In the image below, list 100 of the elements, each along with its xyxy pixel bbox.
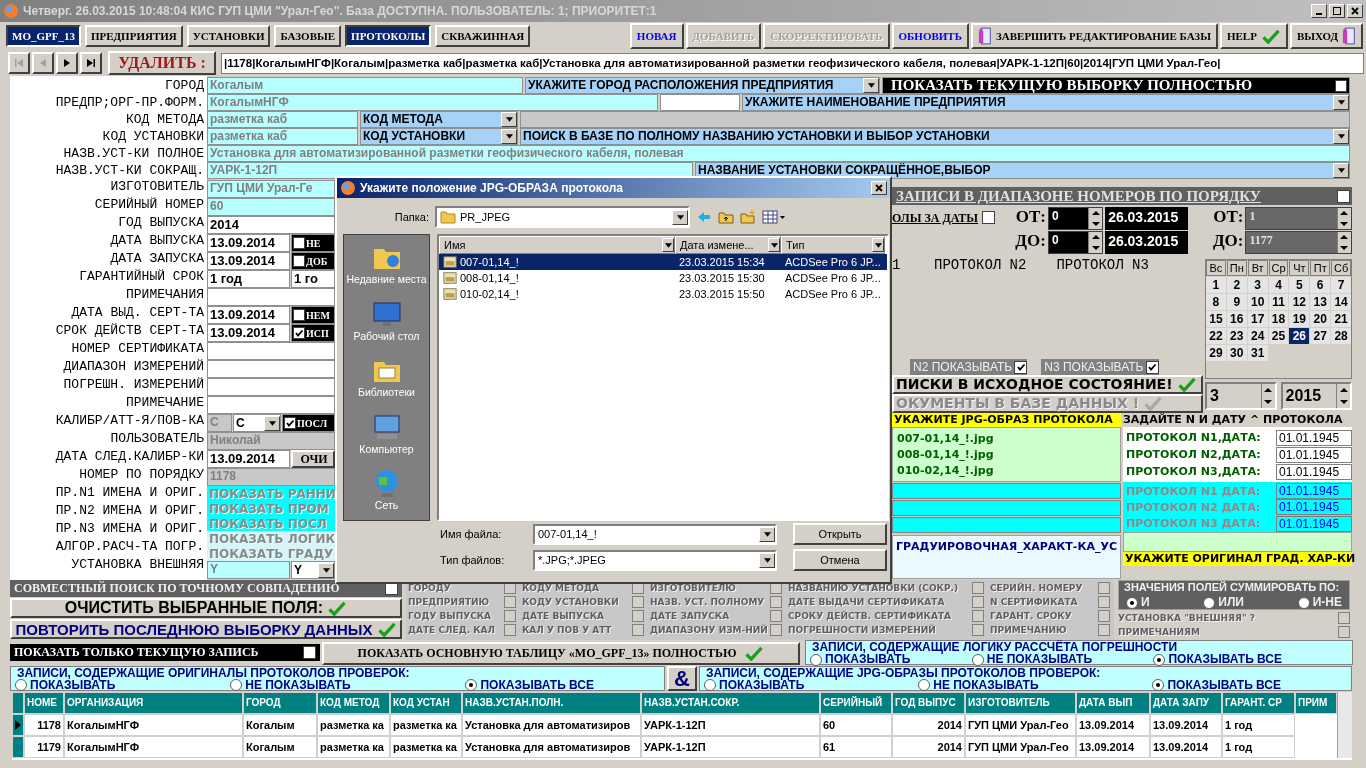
folder-up-icon[interactable]: [718, 209, 734, 225]
filename-field[interactable]: 007-01,14_!: [533, 523, 777, 545]
radio-option[interactable]: ПОКАЗЫВАТЬ ВСЕ: [1152, 678, 1281, 692]
tab[interactable]: ПРЕДПРИЯТИЯ: [84, 25, 183, 47]
radio-button[interactable]: [465, 679, 478, 691]
dropdown[interactable]: УКАЖИТЕ НАИМЕНОВАНИЕ ПРЕДПРИЯТИЯ: [742, 94, 1350, 111]
radio-button[interactable]: [1152, 679, 1165, 691]
calendar-day[interactable]: 8: [1206, 294, 1226, 310]
calendar-day[interactable]: 11: [1268, 294, 1289, 310]
checkbox[interactable]: [293, 309, 305, 321]
column-header[interactable]: ОРГАНИЗАЦИЯ: [64, 692, 243, 714]
file-name[interactable]: 007-01,14_!.jpg: [897, 431, 1116, 447]
text-field[interactable]: [892, 517, 1121, 533]
tab[interactable]: УСТАНОВКИ: [186, 25, 271, 47]
calendar-day[interactable]: 13: [1310, 294, 1331, 310]
calendar-day[interactable]: 9: [1226, 294, 1247, 310]
column-header[interactable]: ИЗГОТОВИТЕЛЬ: [965, 692, 1076, 714]
calendar-day[interactable]: 3: [1247, 277, 1268, 293]
text-field[interactable]: [1123, 532, 1352, 552]
checkbox-option[interactable]: УСТАНОВКА "ВНЕШНЯЯ" ?: [1118, 611, 1350, 625]
calendar-day[interactable]: 7: [1331, 277, 1351, 293]
toolbar-button[interactable]: ОБНОВИТЬ: [891, 23, 969, 49]
calendar-day[interactable]: 27: [1310, 328, 1331, 344]
tab[interactable]: MO_GPF_13: [6, 25, 81, 47]
text-field[interactable]: Установка для автоматизированной разметки геофизического кабеля, полевая: [207, 145, 1350, 162]
text-field[interactable]: 13.09.2014: [207, 252, 290, 270]
dropdown[interactable]: ПОИСК В БАЗЕ ПО ПОЛНОМУ НАЗВАНИЮ УСТАНОВКИ И ВЫБОР УСТАНОВКИ: [520, 128, 1350, 145]
place-item[interactable]: Недавние места: [346, 241, 427, 294]
date-field[interactable]: 01.01.1945: [1276, 499, 1352, 516]
place-item[interactable]: Рабочий стол: [346, 297, 427, 351]
date-field[interactable]: 01.01.1945: [1276, 515, 1352, 532]
spin-field[interactable]: 0: [1047, 207, 1104, 230]
text-field[interactable]: ГУП ЦМИ Урал-Ге: [207, 180, 335, 198]
radio-option[interactable]: ПОКАЗЫВАТЬ: [810, 653, 911, 666]
place-item[interactable]: Сеть: [346, 467, 427, 520]
minimize-button[interactable]: [1311, 4, 1327, 18]
date-field[interactable]: 01.01.1945: [1276, 483, 1352, 500]
checkbox-option[interactable]: N2 ПОКАЗЫВАТЬ: [910, 359, 1028, 375]
text-field[interactable]: 13.09.2014: [207, 324, 290, 342]
tab[interactable]: ПРОТОКОЛЫ: [345, 25, 432, 47]
dropdown[interactable]: НАЗВАНИЕ УСТАНОВКИ СОКРАЩЁННОЕ,ВЫБОР: [695, 162, 1350, 179]
text-field[interactable]: 13.09.2014: [207, 234, 290, 252]
nav-button[interactable]: [56, 52, 78, 74]
column-header[interactable]: Тип: [781, 236, 885, 254]
calendar-day[interactable]: 10: [1247, 294, 1268, 310]
date-field[interactable]: 01.01.1945: [1276, 429, 1352, 446]
toolbar-button[interactable]: ЗАВЕРШИТЬ РЕДАКТИРОВАНИЕ БАЗЫ: [970, 23, 1218, 49]
place-item[interactable]: Библиотеки: [346, 354, 427, 407]
radio-option[interactable]: НЕ ПОКАЗЫВАТЬ: [971, 653, 1093, 666]
file-row[interactable]: 007-01,14_! 23.03.2015 15:34 ACDSee Pro 6 JP...: [439, 254, 887, 270]
checkbox[interactable]: [1338, 626, 1350, 638]
record-field[interactable]: |1178|КогалымНГФ|Когалым|разметка каб|разметка каб|Установка для автоматизированной разметки геофизического кабеля, полевая|УАРК-1-12П|60|2014|ГУП ЦМИ Урал-Гео|: [221, 52, 1364, 74]
calendar-day[interactable]: 25: [1268, 328, 1289, 344]
panel-button[interactable]: ПИСКИ В ИСХОДНОЕ СОСТОЯНИЕ!: [892, 375, 1203, 394]
radio-option[interactable]: ПОКАЗЫВАТЬ ВСЕ: [465, 678, 594, 692]
close-button[interactable]: [871, 181, 887, 195]
row-indicator[interactable]: [12, 714, 24, 736]
dropdown[interactable]: УКАЖИТЕ ГОРОД РАСПОЛОЖЕНИЯ ПРЕДПРИЯТИЯ: [525, 77, 880, 94]
radio-option[interactable]: ПОКАЗЫВАТЬ ВСЕ: [1153, 653, 1282, 666]
text-field[interactable]: [207, 378, 335, 396]
calendar-day[interactable]: 23: [1226, 328, 1247, 344]
text-field[interactable]: Y: [207, 561, 290, 579]
calendar-day[interactable]: 29: [1206, 345, 1226, 361]
text-field[interactable]: [207, 342, 335, 360]
calendar-day[interactable]: 17: [1247, 311, 1268, 327]
radio-option[interactable]: ПОКАЗЫВАТЬ: [15, 678, 116, 692]
calendar-day[interactable]: 14: [1331, 294, 1351, 310]
form-button[interactable]: ОЧИ: [291, 450, 335, 468]
open-button[interactable]: Открыть: [793, 523, 887, 545]
radio-button[interactable]: [971, 653, 984, 666]
radio-button[interactable]: [1297, 596, 1310, 609]
checkbox-option[interactable]: СОВМЕСТНЫЙ ПОИСК ПО ТОЧНОМУ СОВПАДЕНИЮ: [10, 580, 402, 597]
text-field[interactable]: 2014: [207, 216, 335, 234]
checkbox[interactable]: [1335, 79, 1347, 92]
tab[interactable]: СКВАЖИННАЯ: [435, 25, 531, 47]
calendar-day[interactable]: 16: [1226, 311, 1247, 327]
radio-button[interactable]: [1153, 653, 1166, 666]
checkbox-option[interactable]: НЕМ: [291, 306, 335, 324]
radio-option[interactable]: НЕ ПОКАЗЫВАТЬ: [918, 678, 1039, 692]
filetype-dropdown[interactable]: *.JPG;*.JPEG: [533, 549, 777, 571]
file-name[interactable]: 010-02,14_!.jpg: [897, 463, 1116, 479]
checkbox-option[interactable]: ДОБ: [291, 252, 335, 270]
text-field[interactable]: [207, 360, 335, 378]
calendar-day[interactable]: 5: [1289, 277, 1310, 293]
radio-option[interactable]: И: [1126, 596, 1150, 609]
checkbox-option[interactable]: НЕ: [291, 234, 335, 252]
text-field[interactable]: [660, 94, 740, 111]
spin-field[interactable]: 1177: [1245, 231, 1352, 254]
column-header[interactable]: КОД УСТАН: [390, 692, 462, 714]
maximize-button[interactable]: [1329, 4, 1345, 18]
column-header[interactable]: СЕРИЙНЫЙ: [820, 692, 892, 714]
calendar-day[interactable]: 1: [1206, 277, 1226, 293]
repeat-button[interactable]: ПОВТОРИТЬ ПОСЛЕДНЮЮ ВЫБОРКУ ДАННЫХ: [10, 619, 402, 639]
column-header[interactable]: КОД МЕТОД: [317, 692, 390, 714]
text-field[interactable]: 13.09.2014: [207, 306, 290, 324]
text-field[interactable]: 13.09.2014: [207, 450, 290, 468]
calendar-day[interactable]: 15: [1206, 311, 1226, 327]
date-field[interactable]: 01.01.1945: [1276, 446, 1352, 463]
checkbox[interactable]: [303, 646, 316, 659]
column-header[interactable]: НОМЕ: [24, 692, 64, 714]
